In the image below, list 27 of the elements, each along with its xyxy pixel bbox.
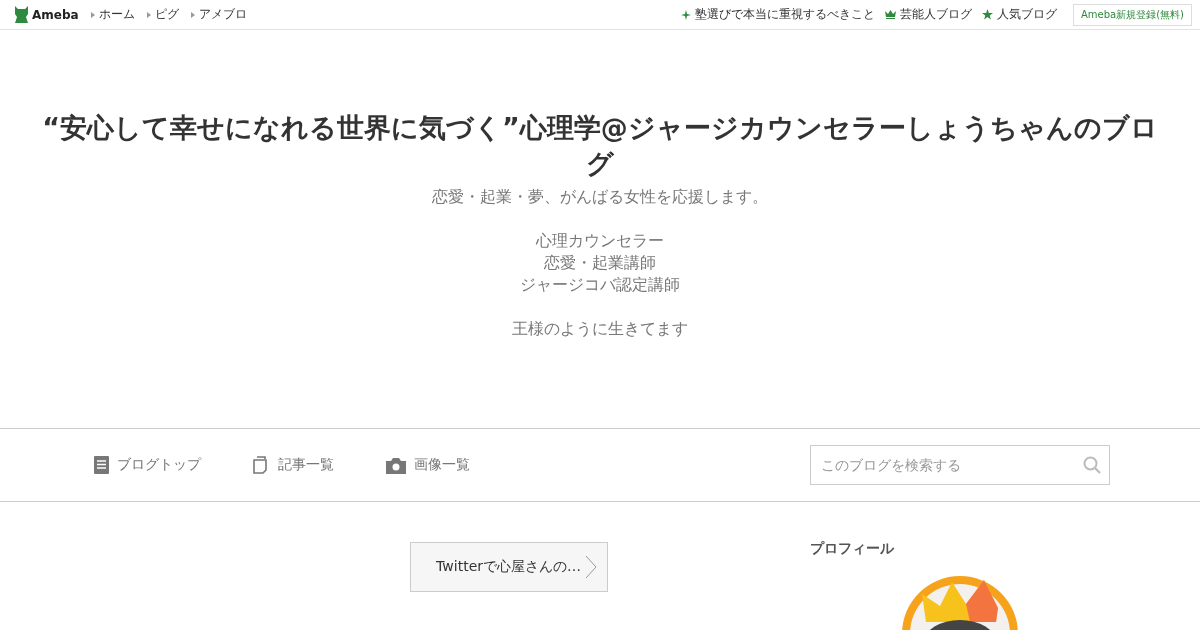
ameba-logo[interactable]: Ameba (14, 6, 79, 23)
chevron-icon (585, 555, 597, 579)
blog-nav-link[interactable]: ブログトップ (117, 456, 201, 474)
triangle-icon (90, 11, 95, 18)
document-icon (94, 456, 109, 474)
top-link[interactable]: 芸能人ブログ (900, 6, 972, 23)
nav-link[interactable]: ピグ (154, 6, 179, 23)
star-icon (982, 9, 993, 20)
blog-nav-link[interactable]: 画像一覧 (414, 456, 470, 474)
top-link[interactable]: 人気ブログ (997, 6, 1057, 23)
top-link[interactable]: 塾選びで本当に重視するべきこと (695, 6, 875, 23)
next-entry-button[interactable]: Twitterで心屋さんの… (410, 542, 608, 592)
blog-nav-link[interactable]: 記事一覧 (278, 456, 334, 474)
crown-icon (885, 10, 896, 19)
search-icon[interactable] (1083, 456, 1101, 474)
copy-icon (253, 456, 270, 474)
triangle-icon (146, 11, 151, 18)
search-field[interactable]: このブログを検索する (810, 445, 1110, 485)
profile-heading: プロフィール (810, 540, 895, 558)
register-button[interactable]: Ameba新規登録(無料) (1073, 3, 1192, 26)
blog-description: 恋愛・起業・夢、がんばる女性を応援します。 心理カウンセラー 恋愛・起業講師 ジャージコバ認定講師 王様のように生きてます (432, 186, 768, 340)
blog-title[interactable]: “安心して幸せになれる世界に気づく”心理学@ジャージカウンセラーしょうちゃんのブログ (40, 110, 1160, 182)
sparkle-icon (681, 9, 691, 20)
triangle-icon (190, 11, 195, 18)
camera-icon (386, 456, 406, 474)
nav-link[interactable]: アメブロ (198, 6, 247, 23)
nav-link[interactable]: ホーム (98, 6, 135, 23)
